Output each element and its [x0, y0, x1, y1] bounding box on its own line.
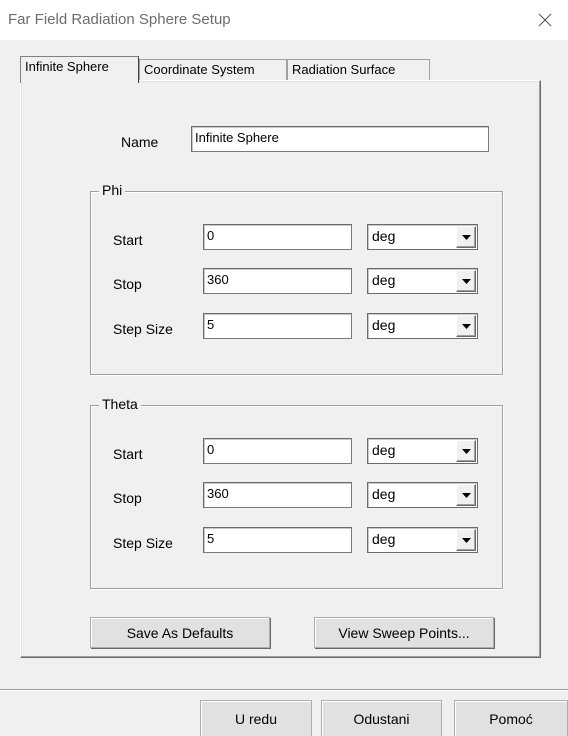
- phi-start-unit-value: deg: [372, 228, 396, 244]
- theta-stop-dropdown-button[interactable]: [456, 484, 476, 506]
- theta-stop-input[interactable]: 360: [203, 482, 352, 508]
- theta-step-unit-value: deg: [372, 531, 396, 547]
- theta-start-unit-select[interactable]: deg: [367, 438, 478, 464]
- phi-stop-unit-select[interactable]: deg: [367, 268, 478, 294]
- close-button[interactable]: [522, 0, 568, 40]
- dropdown-arrow-icon: [461, 323, 471, 329]
- close-icon: [538, 13, 552, 27]
- window-title: Far Field Radiation Sphere Setup: [8, 11, 231, 28]
- theta-step-label: Step Size: [113, 535, 173, 551]
- phi-start-dropdown-button[interactable]: [456, 226, 476, 248]
- phi-start-label: Start: [113, 232, 143, 248]
- phi-step-dropdown-button[interactable]: [456, 315, 476, 337]
- theta-stop-unit-select[interactable]: deg: [367, 482, 478, 508]
- theta-start-unit-value: deg: [372, 442, 396, 458]
- phi-step-label: Step Size: [113, 321, 173, 337]
- name-label: Name: [121, 134, 159, 150]
- dropdown-arrow-icon: [461, 234, 471, 240]
- phi-stop-unit-value: deg: [372, 272, 396, 288]
- theta-stop-label: Stop: [113, 490, 142, 506]
- phi-step-input[interactable]: 5: [203, 313, 352, 339]
- phi-stop-dropdown-button[interactable]: [456, 270, 476, 292]
- theta-group: Theta Start 0 deg Stop 360 deg Step Size…: [90, 396, 503, 589]
- footer-separator: [0, 689, 568, 691]
- tab-radiation-surface[interactable]: Radiation Surface: [287, 59, 430, 81]
- phi-stop-input[interactable]: 360: [203, 268, 352, 294]
- theta-start-input[interactable]: 0: [203, 438, 352, 464]
- theta-step-input[interactable]: 5: [203, 527, 352, 553]
- tab-coordinate-system[interactable]: Coordinate System: [139, 59, 287, 81]
- save-as-defaults-button[interactable]: Save As Defaults: [90, 617, 270, 648]
- help-button[interactable]: Pomoć: [454, 700, 568, 736]
- phi-stop-label: Stop: [113, 276, 142, 292]
- theta-legend: Theta: [99, 396, 141, 412]
- phi-start-input[interactable]: 0: [203, 224, 352, 250]
- tab-infinite-sphere[interactable]: Infinite Sphere: [20, 56, 139, 83]
- dropdown-arrow-icon: [461, 537, 471, 543]
- tab-panel-infinite-sphere: Name Infinite Sphere Phi Start 0 deg Sto…: [20, 80, 541, 658]
- ok-button[interactable]: U redu: [200, 700, 312, 736]
- theta-step-unit-select[interactable]: deg: [367, 527, 478, 553]
- cancel-button[interactable]: Odustani: [321, 700, 442, 736]
- name-input[interactable]: Infinite Sphere: [191, 126, 489, 152]
- theta-stop-unit-value: deg: [372, 486, 396, 502]
- theta-step-dropdown-button[interactable]: [456, 529, 476, 551]
- view-sweep-points-button[interactable]: View Sweep Points...: [314, 617, 494, 648]
- phi-step-unit-select[interactable]: deg: [367, 313, 478, 339]
- dropdown-arrow-icon: [461, 448, 471, 454]
- title-bar: Far Field Radiation Sphere Setup: [0, 0, 568, 40]
- theta-start-dropdown-button[interactable]: [456, 440, 476, 462]
- theta-start-label: Start: [113, 446, 143, 462]
- phi-start-unit-select[interactable]: deg: [367, 224, 478, 250]
- phi-legend: Phi: [99, 182, 126, 198]
- dropdown-arrow-icon: [461, 278, 471, 284]
- dropdown-arrow-icon: [461, 492, 471, 498]
- phi-group: Phi Start 0 deg Stop 360 deg Step Size 5…: [90, 182, 503, 375]
- phi-step-unit-value: deg: [372, 317, 396, 333]
